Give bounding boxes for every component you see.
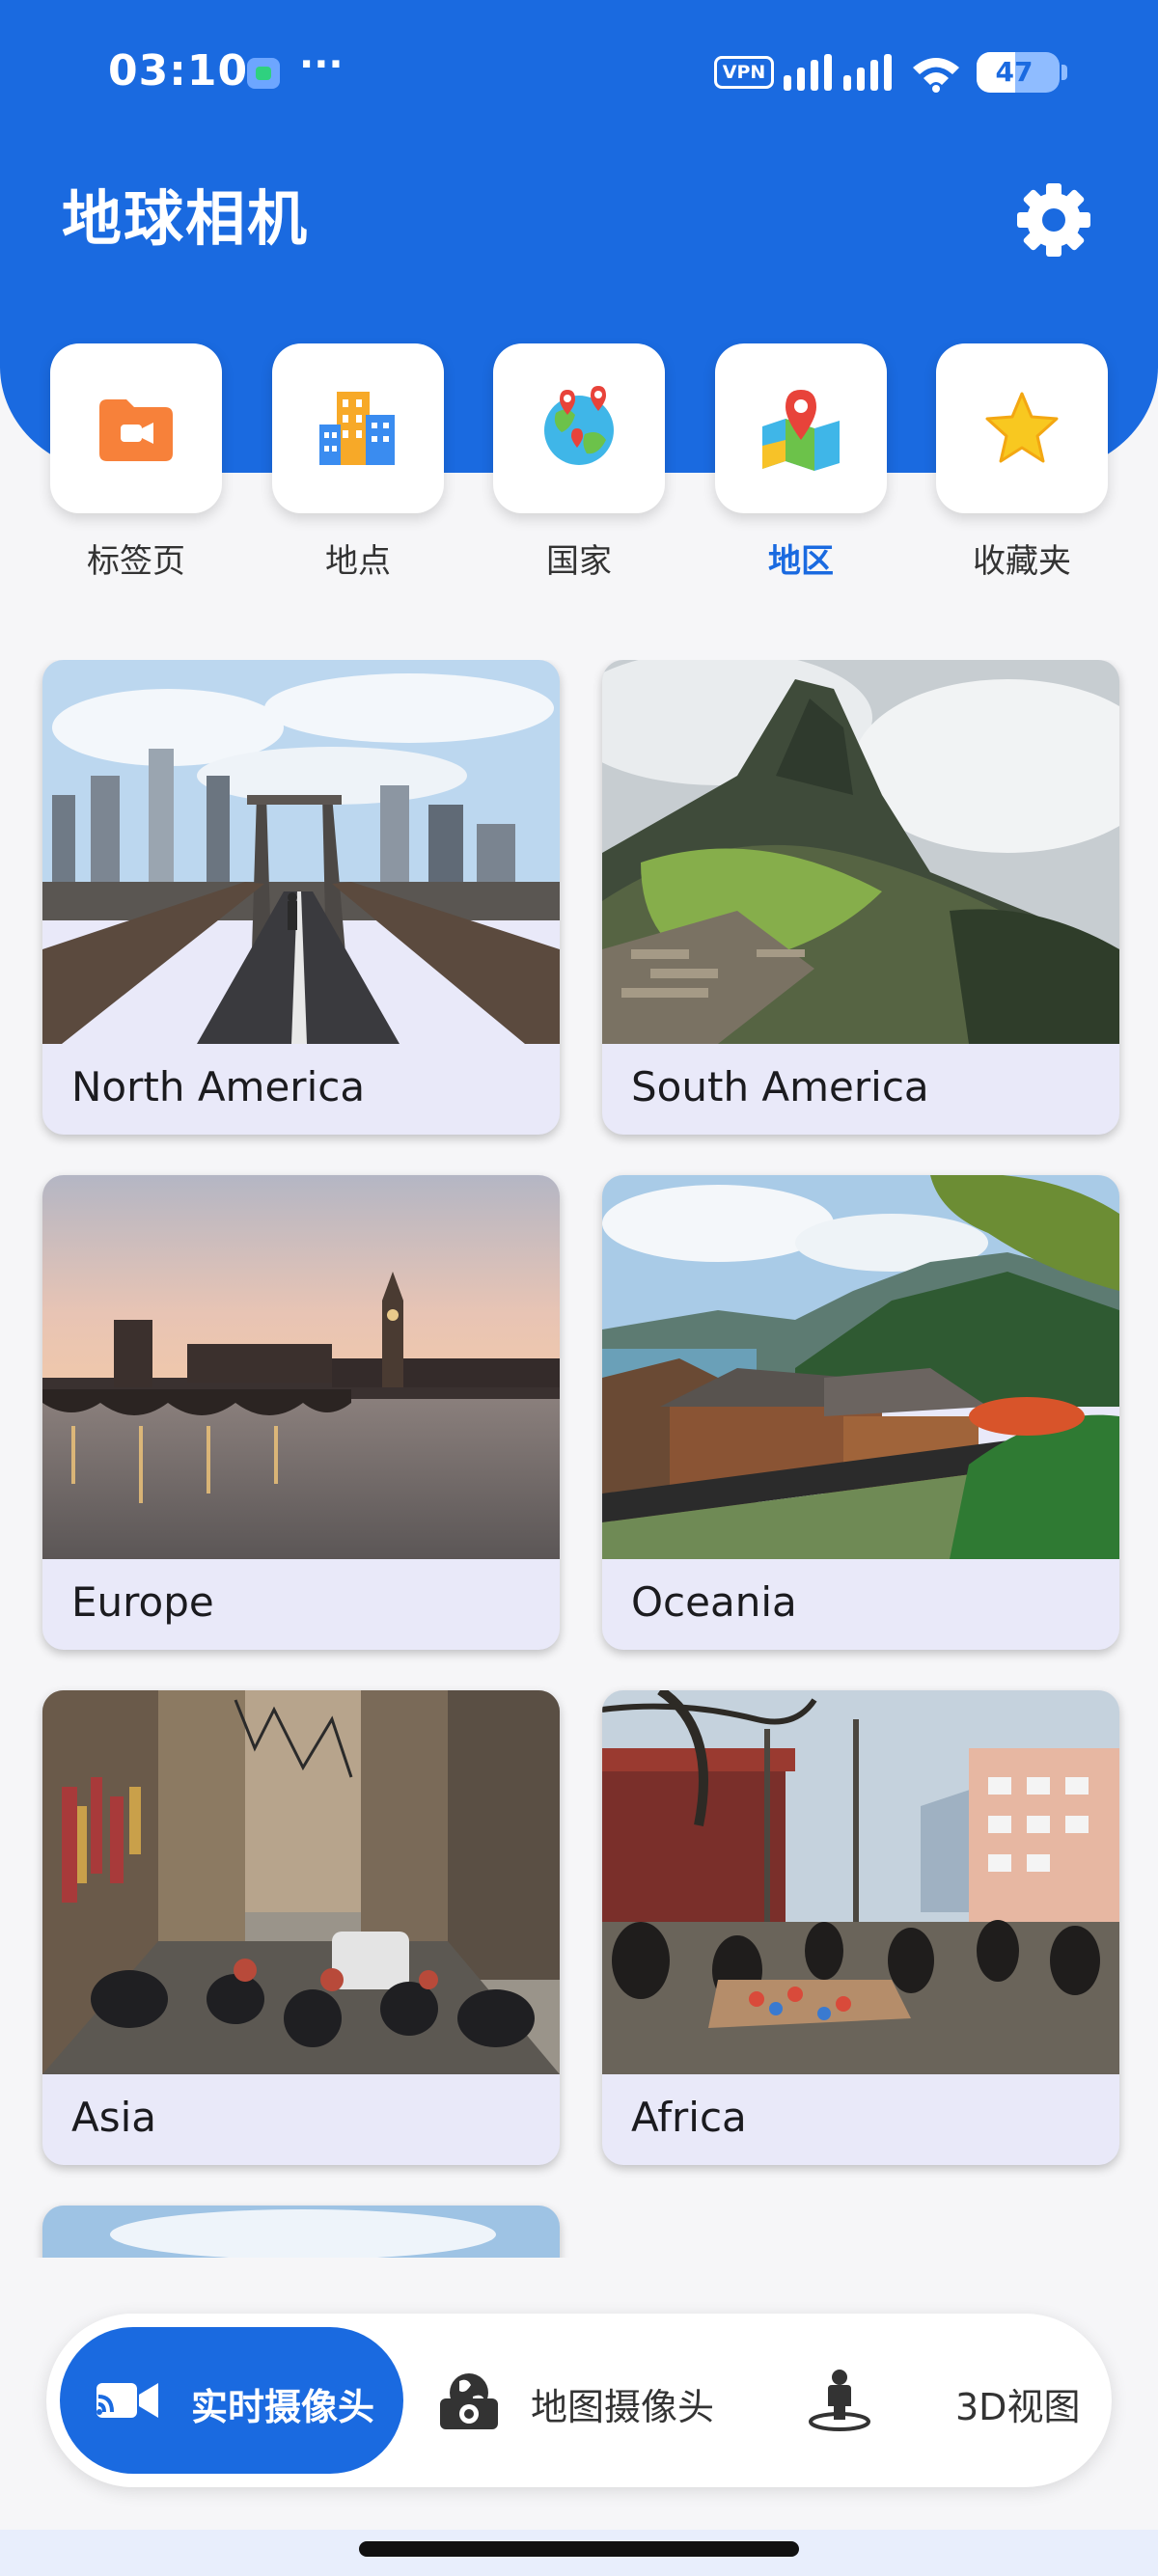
star-icon	[985, 392, 1059, 463]
street-view-person-icon	[809, 2370, 870, 2431]
tab-tile	[272, 343, 444, 513]
region-card-south-america[interactable]: South America	[602, 660, 1119, 1135]
region-name: Oceania	[631, 1578, 797, 1626]
status-bar: 03:10 ··· VPN 47	[0, 39, 1158, 108]
region-name: Africa	[631, 2094, 747, 2141]
region-card-oceania[interactable]: Oceania	[602, 1175, 1119, 1650]
region-photo	[42, 1175, 560, 1559]
tab-label: 标签页	[87, 542, 185, 581]
tab-tile	[493, 343, 665, 513]
region-photo	[602, 660, 1119, 1044]
nav-3d-view[interactable]: 3D视图	[786, 2327, 1094, 2474]
nav-label: 实时摄像头	[191, 2386, 375, 2428]
globe-camera-icon	[440, 2373, 498, 2429]
wifi-icon	[913, 58, 959, 93]
region-name: North America	[71, 1063, 366, 1110]
region-photo	[602, 1175, 1119, 1559]
region-name: Asia	[71, 2094, 157, 2141]
signal-strength-icon	[784, 54, 892, 91]
region-grid: North America South America Europe Ocean…	[0, 660, 1158, 2258]
tab-label: 地区	[768, 542, 834, 581]
nav-label: 3D视图	[955, 2386, 1081, 2428]
vpn-badge: VPN	[714, 56, 774, 89]
nav-live-camera[interactable]: 实时摄像头	[60, 2327, 403, 2474]
globe-pins-icon	[544, 386, 614, 465]
tab-label: 地点	[325, 542, 391, 581]
region-card-asia[interactable]: Asia	[42, 1690, 560, 2165]
region-photo	[42, 660, 560, 1044]
region-name: South America	[631, 1063, 929, 1110]
tab-bookmarks[interactable]: 标签页	[50, 343, 222, 585]
tab-regions[interactable]: 地区	[715, 343, 887, 585]
tag-folder-icon	[99, 399, 173, 461]
nav-map-camera[interactable]: 地图摄像头	[417, 2327, 784, 2474]
region-name: Europe	[71, 1578, 214, 1626]
bottom-nav: 实时摄像头 地图摄像头 3D视图	[46, 2314, 1112, 2487]
category-tabs: 标签页 地点 国家 地区 收藏夹	[0, 343, 1158, 585]
tab-tile	[50, 343, 222, 513]
home-indicator[interactable]	[359, 2541, 799, 2557]
region-card-africa[interactable]: Africa	[602, 1690, 1119, 2165]
buildings-icon	[319, 392, 395, 465]
tab-label: 国家	[546, 542, 612, 581]
gear-icon	[1017, 183, 1090, 257]
map-pin-icon	[762, 390, 840, 471]
tab-tile	[936, 343, 1108, 513]
notification-app-icon	[247, 58, 280, 89]
region-card-europe[interactable]: Europe	[42, 1175, 560, 1650]
tab-places[interactable]: 地点	[272, 343, 444, 585]
region-card-partial[interactable]	[42, 2206, 560, 2258]
region-card-north-america[interactable]: North America	[42, 660, 560, 1135]
app-title: 地球相机	[62, 183, 310, 254]
more-notifications-icon: ···	[299, 42, 344, 87]
region-photo	[42, 1690, 560, 2074]
tab-favorites[interactable]: 收藏夹	[936, 343, 1108, 585]
video-camera-icon	[96, 2383, 158, 2418]
tab-tile	[715, 343, 887, 513]
status-time: 03:10	[108, 46, 249, 96]
tab-label: 收藏夹	[973, 542, 1071, 581]
region-photo	[602, 1690, 1119, 2074]
region-photo	[42, 2206, 560, 2258]
tab-countries[interactable]: 国家	[493, 343, 665, 585]
battery-level: 47	[995, 56, 1034, 88]
battery-indicator: 47	[977, 52, 1067, 93]
nav-label: 地图摄像头	[531, 2386, 715, 2428]
settings-button[interactable]	[1011, 178, 1096, 262]
